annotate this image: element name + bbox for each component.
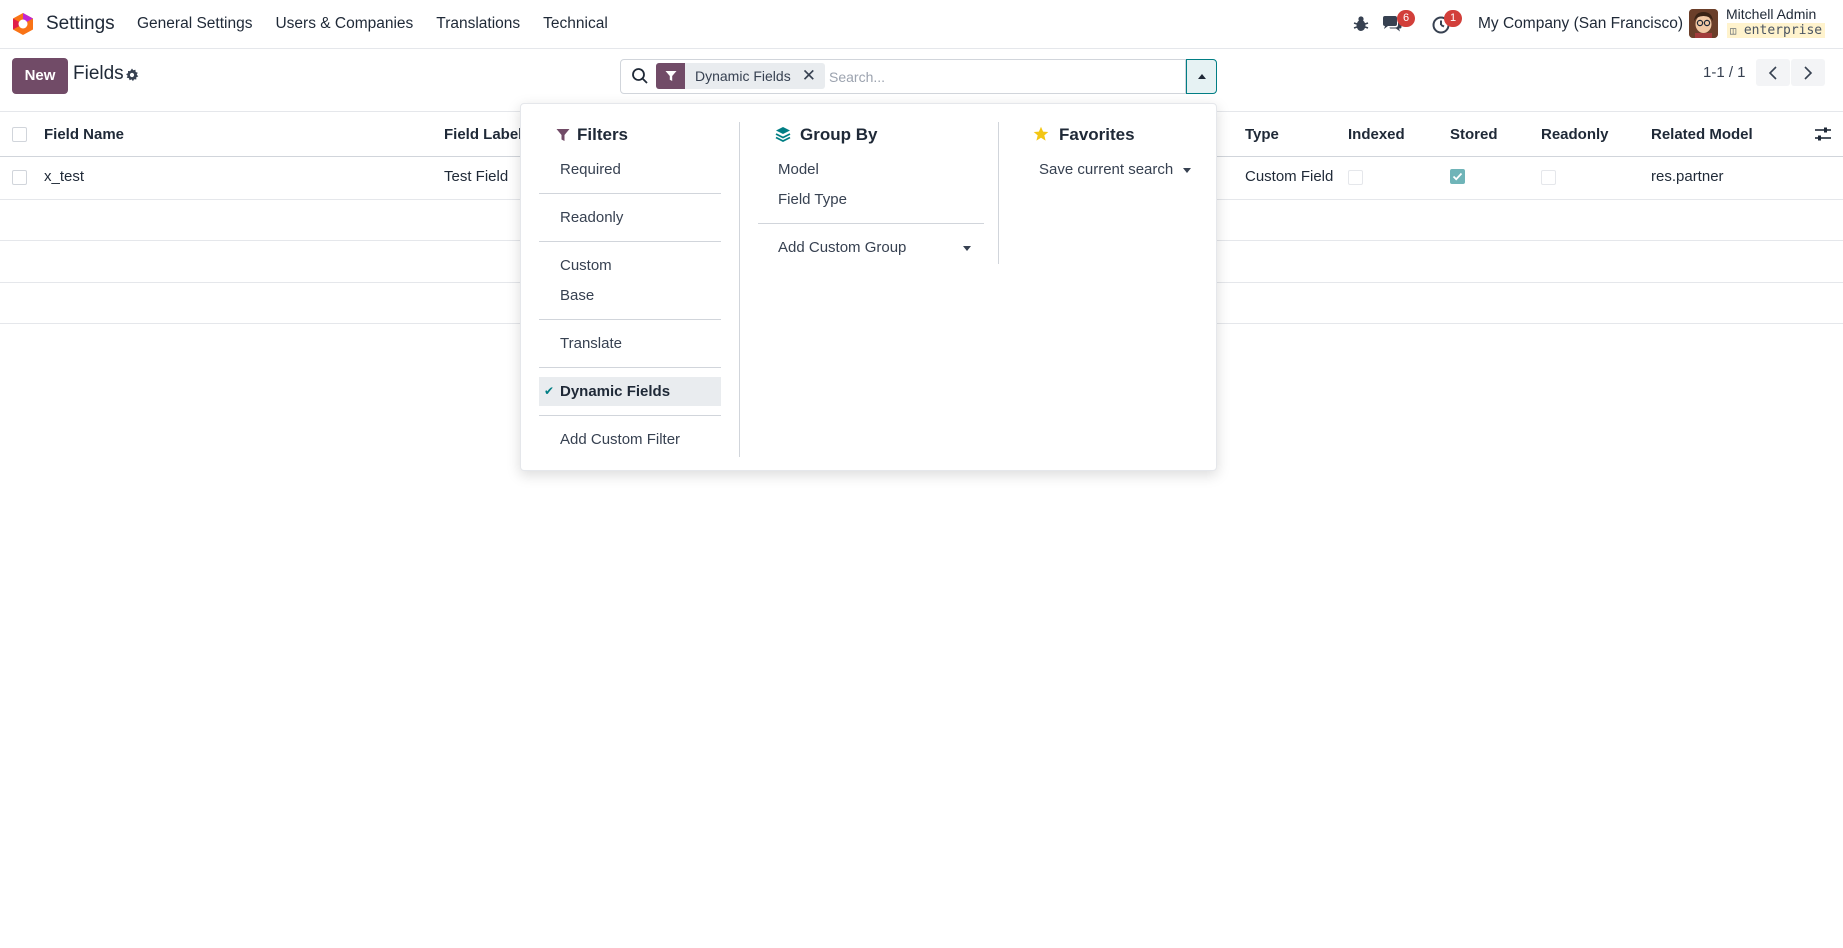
- chevron-right-icon: [1804, 65, 1813, 80]
- divider: [539, 319, 721, 320]
- column-header-readonly[interactable]: Readonly: [1541, 126, 1609, 143]
- column-header-field-label[interactable]: Field Label: [444, 126, 522, 143]
- divider: [758, 223, 984, 224]
- divider: [539, 193, 721, 194]
- company-switcher[interactable]: My Company (San Francisco): [1478, 15, 1683, 33]
- activity-badge: 1: [1444, 10, 1462, 27]
- menu-users-companies[interactable]: Users & Companies: [275, 15, 413, 33]
- column-header-related-model[interactable]: Related Model: [1651, 126, 1753, 143]
- app-name[interactable]: Settings: [46, 13, 115, 35]
- favorites-title: Favorites: [1059, 125, 1135, 144]
- pager-next-button[interactable]: [1791, 59, 1825, 86]
- layers-icon: [775, 127, 791, 142]
- database-icon: ◫: [1730, 26, 1737, 37]
- star-icon: [1033, 126, 1049, 141]
- add-custom-group-select[interactable]: Add Custom Group: [778, 239, 906, 256]
- user-avatar[interactable]: [1689, 9, 1718, 38]
- divider: [539, 367, 721, 368]
- cell-related-model: res.partner: [1651, 168, 1724, 185]
- column-header-stored[interactable]: Stored: [1450, 126, 1498, 143]
- filter-required[interactable]: Required: [560, 161, 621, 178]
- divider: [539, 415, 721, 416]
- search-facet: Dynamic Fields ✕: [656, 63, 825, 89]
- app-logo-icon[interactable]: [11, 12, 35, 36]
- top-navbar: Settings General Settings Users & Compan…: [0, 0, 1843, 49]
- select-all-checkbox[interactable]: [12, 127, 27, 142]
- menu-general-settings[interactable]: General Settings: [137, 15, 252, 33]
- column-header-type[interactable]: Type: [1245, 126, 1279, 143]
- facet-remove-icon[interactable]: ✕: [802, 63, 825, 89]
- pager-previous-button[interactable]: [1756, 59, 1790, 86]
- page-title: Fields: [73, 63, 124, 84]
- new-button[interactable]: New: [12, 58, 68, 94]
- row-checkbox[interactable]: [12, 170, 27, 185]
- pager-value[interactable]: 1-1 / 1: [1703, 64, 1746, 81]
- messages-badge: 6: [1397, 10, 1415, 27]
- cell-stored-checkbox: [1450, 169, 1465, 184]
- menu-technical[interactable]: Technical: [543, 15, 608, 33]
- database-name-text: enterprise: [1743, 23, 1823, 38]
- caret-up-icon: [1197, 74, 1206, 79]
- filter-facet-icon: [656, 63, 685, 89]
- cell-indexed-checkbox: [1348, 170, 1363, 185]
- cell-field-name: x_test: [44, 168, 85, 185]
- gear-icon[interactable]: [125, 68, 139, 82]
- column-header-field-name[interactable]: Field Name: [44, 126, 124, 143]
- filter-dynamic-fields-label: Dynamic Fields: [560, 383, 671, 400]
- main-menu: General Settings Users & Companies Trans…: [137, 15, 631, 33]
- caret-down-icon: [963, 246, 971, 251]
- chevron-left-icon: [1768, 65, 1777, 80]
- search-input[interactable]: [829, 66, 1169, 88]
- search-icon: [632, 68, 648, 84]
- group-by-model[interactable]: Model: [778, 161, 819, 178]
- caret-down-icon: [1183, 168, 1191, 173]
- filter-dynamic-fields[interactable]: ✔ Dynamic Fields: [539, 377, 721, 406]
- debug-bug-icon[interactable]: [1350, 14, 1372, 34]
- column-divider: [739, 122, 740, 457]
- filter-custom[interactable]: Custom: [560, 257, 612, 274]
- filter-translate[interactable]: Translate: [560, 335, 622, 352]
- user-name[interactable]: Mitchell Admin: [1726, 6, 1816, 22]
- filter-icon: [556, 129, 570, 141]
- column-header-indexed[interactable]: Indexed: [1348, 126, 1405, 143]
- cell-type: Custom Field: [1245, 168, 1334, 185]
- check-icon: [1452, 172, 1463, 181]
- group-by-field-type[interactable]: Field Type: [778, 191, 847, 208]
- facet-label: Dynamic Fields: [695, 68, 791, 84]
- save-current-search[interactable]: Save current search: [1039, 161, 1173, 178]
- optional-columns-sliders-icon[interactable]: [1814, 126, 1832, 142]
- group-by-title: Group By: [800, 125, 878, 144]
- add-custom-filter[interactable]: Add Custom Filter: [560, 431, 680, 448]
- filter-readonly[interactable]: Readonly: [560, 209, 623, 226]
- column-divider: [998, 122, 999, 264]
- menu-translations[interactable]: Translations: [436, 15, 520, 33]
- cell-field-label: Test Field: [444, 168, 509, 185]
- search-options-dropdown: Filters Required Readonly Custom Base Tr…: [520, 103, 1217, 471]
- search-options-toggle[interactable]: [1186, 59, 1217, 94]
- cell-readonly-checkbox: [1541, 170, 1556, 185]
- checkmark-icon: ✔: [544, 384, 555, 398]
- filters-title: Filters: [577, 125, 629, 144]
- database-name: ◫ enterprise: [1727, 23, 1826, 38]
- filter-base[interactable]: Base: [560, 287, 594, 304]
- divider: [539, 241, 721, 242]
